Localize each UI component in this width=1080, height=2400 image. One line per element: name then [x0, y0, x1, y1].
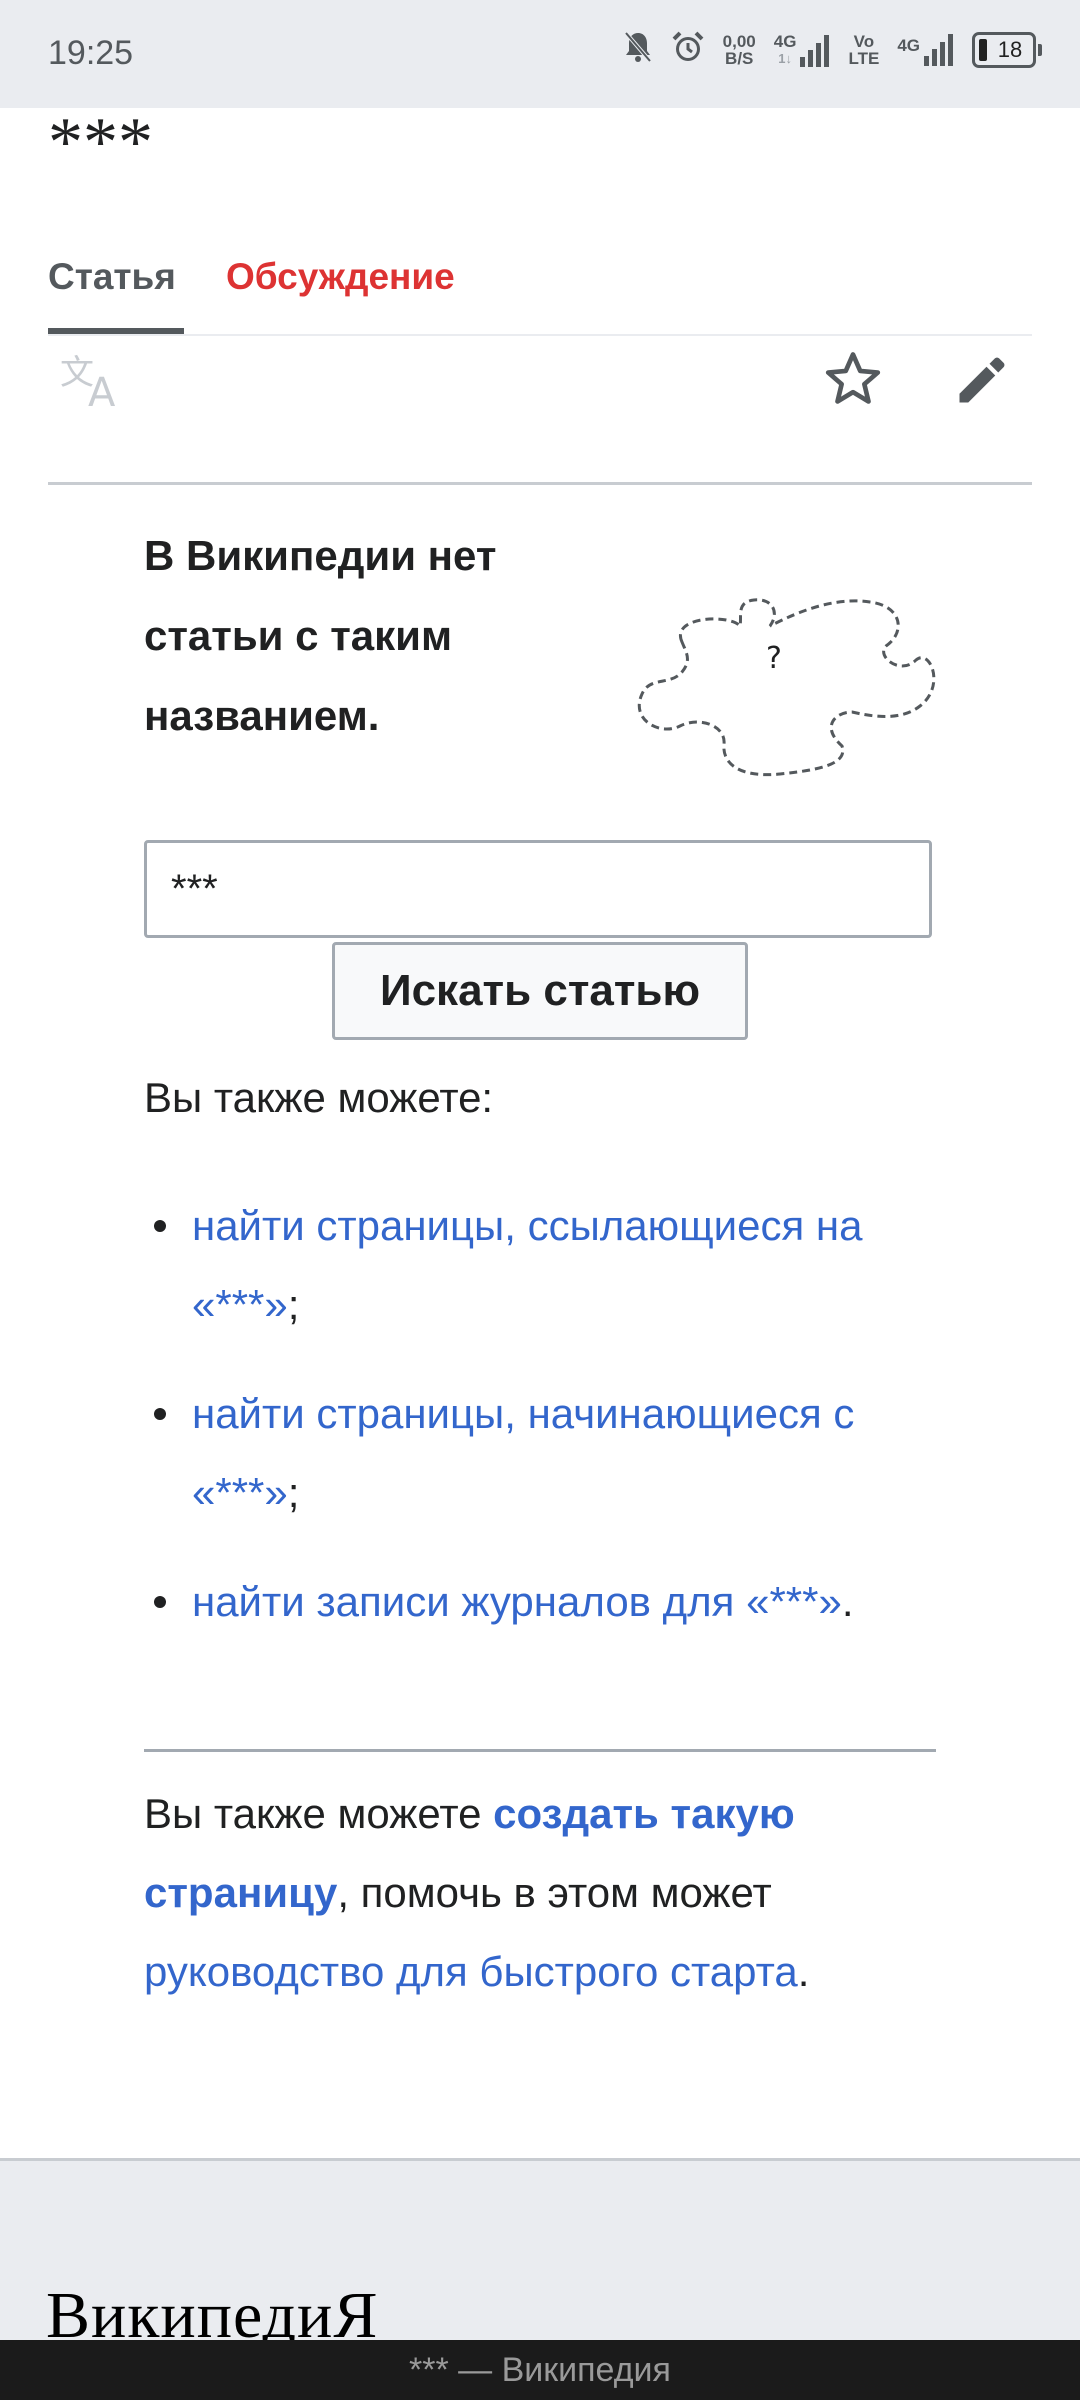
bullet [154, 1596, 166, 1608]
search-input[interactable] [144, 840, 932, 938]
signal-bars-icon [924, 33, 953, 66]
options-list: найти страницы, ссылающиеся на «***»; на… [144, 1186, 944, 1671]
link-log-entries[interactable]: найти записи журналов для «***» [192, 1578, 842, 1625]
notice-text: В Википедии нет статьи с таким названием… [144, 532, 497, 739]
star-icon[interactable] [822, 348, 884, 415]
page-toolbar: 文 A [48, 328, 1032, 424]
edit-pencil-icon[interactable] [952, 350, 1012, 415]
net-speed: 0,00 B/S [722, 31, 756, 68]
footer-border [0, 2158, 1080, 2161]
create-page-paragraph: Вы также можете создать такую страницу, … [144, 1790, 810, 1995]
sim2-signal: 4G [897, 33, 954, 66]
page-title: *** [48, 104, 153, 181]
bottom-title-bar: *** — Википедия [0, 2340, 1080, 2400]
sim1-signal: 4G 1↓ [774, 33, 831, 67]
battery-icon: 18 [972, 31, 1042, 68]
quick-start-guide-link[interactable]: руководство для быстрого старта [144, 1948, 798, 1995]
svg-text:?: ? [766, 641, 782, 676]
status-time: 19:25 [48, 34, 134, 72]
mute-bell-icon [623, 30, 653, 69]
alarm-icon [671, 30, 705, 69]
bullet [154, 1220, 166, 1232]
translate-icon[interactable]: 文 A [60, 352, 126, 416]
search-article-button[interactable]: Искать статью [332, 942, 748, 1040]
tab-talk[interactable]: Обсуждение [226, 256, 455, 298]
list-item: найти записи журналов для «***». [144, 1562, 944, 1641]
toolbar-divider [48, 482, 1032, 485]
page: *** Статья Обсуждение 文 A В Википедии не… [0, 108, 1080, 2400]
status-icons: 0,00 B/S 4G 1↓ Vo LTE 4G 18 [623, 30, 1042, 69]
content-divider [144, 1749, 936, 1752]
list-item: найти страницы, ссылающиеся на «***»; [144, 1186, 944, 1344]
bottom-page-title: *** — Википедия [409, 2350, 671, 2389]
also-can-intro: Вы также можете: [144, 1074, 494, 1121]
puzzle-piece-icon: ? [637, 598, 936, 777]
volte-indicator: Vo LTE [848, 31, 880, 68]
bullet [154, 1408, 166, 1420]
svg-text:A: A [88, 370, 116, 410]
tab-article[interactable]: Статья [48, 256, 176, 298]
signal-bars-icon [800, 34, 830, 67]
status-bar: 19:25 0,00 B/S 4G 1↓ Vo LTE 4G 18 [0, 0, 1080, 108]
list-item: найти страницы, начинающиеся с «***»; [144, 1374, 944, 1532]
